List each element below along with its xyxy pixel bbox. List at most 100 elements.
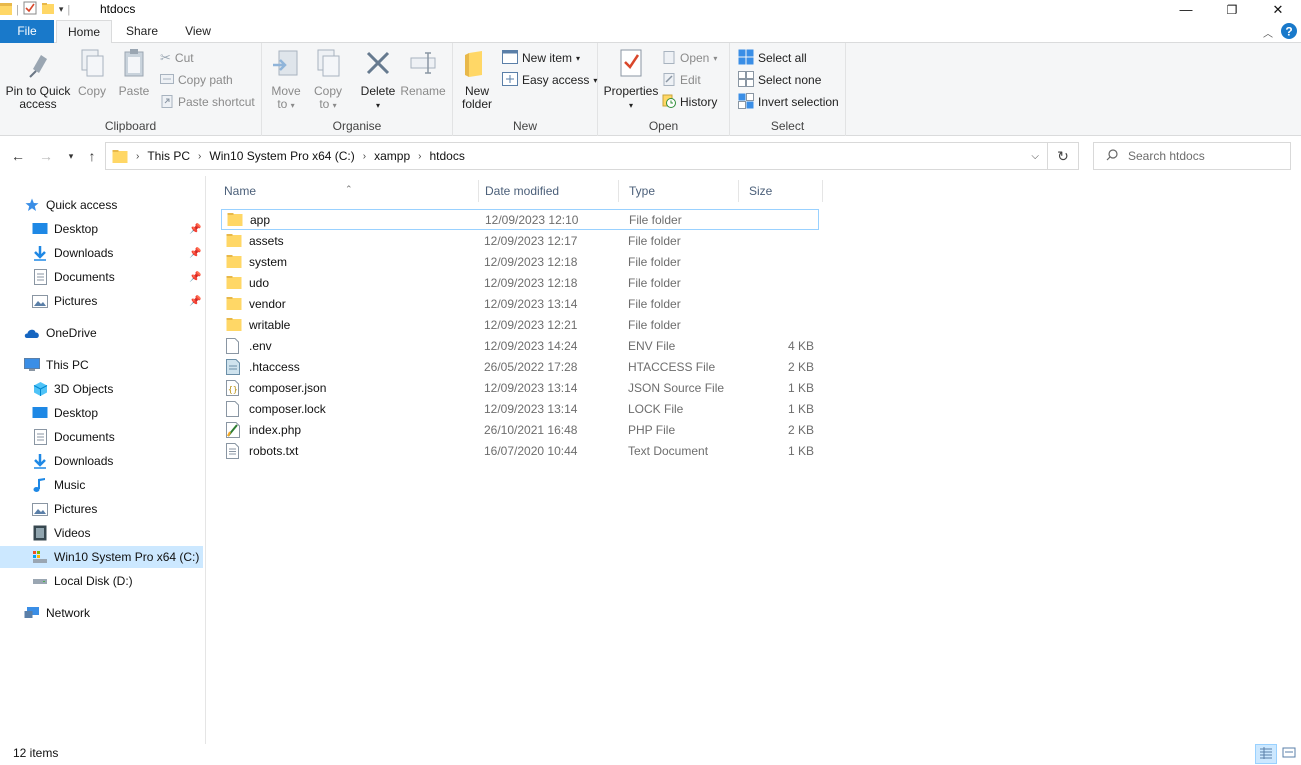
file-name: robots.txt — [249, 443, 299, 458]
minimize-button[interactable]: — — [1163, 0, 1209, 19]
search-input[interactable] — [1128, 149, 1278, 163]
paste-button[interactable]: Paste — [114, 47, 154, 98]
edit-button[interactable]: Edit — [662, 70, 701, 90]
details-view-button[interactable] — [1255, 744, 1277, 764]
file-row[interactable]: .env 12/09/2023 14:24 ENV File 4 KB — [221, 335, 819, 356]
copy-button[interactable]: Copy — [74, 47, 110, 98]
refresh-button[interactable]: ↻ — [1048, 142, 1079, 170]
invert-selection-button[interactable]: Invert selection — [738, 92, 839, 112]
breadcrumb-separator[interactable]: › — [194, 151, 205, 162]
move-to-button[interactable]: Move to ▾ — [268, 47, 304, 112]
column-header-name[interactable]: Name ⌃ — [214, 180, 479, 202]
file-row[interactable]: udo 12/09/2023 12:18 File folder — [221, 272, 819, 293]
large-icons-view-button[interactable] — [1278, 744, 1300, 764]
tab-share[interactable]: Share — [116, 20, 168, 43]
nav-onedrive-label: OneDrive — [46, 326, 97, 340]
customize-toolbar-icon[interactable]: ▾ — [59, 4, 64, 15]
copy-to-button[interactable]: Copy to ▾ — [310, 47, 346, 112]
file-row[interactable]: .htaccess 26/05/2022 17:28 HTACCESS File 2 … — [221, 356, 819, 377]
nav-3d-objects[interactable]: 3D Objects — [32, 378, 113, 400]
back-arrow-icon: ← — [11, 148, 25, 164]
history-button[interactable]: History — [662, 92, 717, 112]
nav-d-drive[interactable]: Local Disk (D:) — [32, 570, 133, 592]
file-row[interactable]: index.php 26/10/2021 16:48 PHP File 2 KB — [221, 419, 819, 440]
new-item-button[interactable]: New item ▾ — [502, 48, 580, 68]
nav-downloads[interactable]: Downloads — [32, 450, 113, 472]
file-name: udo — [249, 275, 270, 290]
nav-this-pc[interactable]: This PC — [24, 354, 89, 376]
file-row[interactable]: app 12/09/2023 12:10 File folder — [221, 209, 819, 230]
nav-c-drive[interactable]: Win10 System Pro x64 (C:) — [0, 546, 203, 568]
collapse-ribbon-icon[interactable]: ︿ — [1263, 25, 1273, 40]
nav-desktop[interactable]: Desktop — [32, 402, 98, 424]
download-icon — [32, 245, 48, 261]
nav-quick-downloads[interactable]: Downloads — [32, 242, 113, 264]
nav-onedrive[interactable]: OneDrive — [24, 322, 97, 344]
address-bar[interactable]: › This PC › Win10 System Pro x64 (C:) › … — [105, 142, 1048, 170]
forward-button[interactable]: → — [36, 146, 56, 166]
file-row[interactable]: robots.txt 16/07/2020 10:44 Text Document 1… — [221, 440, 819, 461]
search-box[interactable] — [1093, 142, 1291, 170]
up-button[interactable]: ↑ — [82, 146, 102, 166]
breadcrumb-separator[interactable]: › — [132, 151, 143, 162]
file-name: writable — [249, 317, 291, 332]
file-row[interactable]: {} composer.json 12/09/2023 13:14 JSON Sour… — [221, 377, 819, 398]
easy-access-button[interactable]: Easy access ▾ — [502, 70, 597, 90]
breadcrumb-separator[interactable]: › — [414, 151, 425, 162]
breadcrumb-c-drive[interactable]: Win10 System Pro x64 (C:) — [205, 149, 358, 163]
rename-button[interactable]: Rename — [400, 47, 446, 98]
properties-button[interactable]: Properties ▾ — [602, 47, 660, 112]
address-dropdown-icon[interactable]: ⌵ — [1031, 151, 1039, 162]
copy-path-button[interactable]: Copy path — [160, 70, 233, 90]
nav-quick-pictures[interactable]: Pictures — [32, 290, 97, 312]
nav-network[interactable]: Network — [24, 602, 90, 624]
paste-shortcut-button[interactable]: Paste shortcut — [160, 92, 255, 112]
breadcrumb-htdocs[interactable]: htdocs — [425, 149, 468, 163]
delete-icon — [358, 47, 398, 82]
file-row[interactable]: vendor 12/09/2023 13:14 File folder — [221, 293, 819, 314]
help-icon[interactable]: ? — [1281, 23, 1297, 42]
open-button[interactable]: Open ▾ — [662, 48, 717, 68]
tab-file[interactable]: File — [0, 20, 54, 43]
folder-icon — [0, 1, 12, 18]
nav-quick-desktop[interactable]: Desktop — [32, 218, 98, 240]
select-none-button[interactable]: Select none — [738, 70, 821, 90]
file-row[interactable]: writable 12/09/2023 12:21 File folder — [221, 314, 819, 335]
breadcrumb-this-pc[interactable]: This PC — [143, 149, 194, 163]
file-row[interactable]: system 12/09/2023 12:18 File folder — [221, 251, 819, 272]
recent-locations-button[interactable]: ▾ — [61, 146, 81, 166]
pin-to-quick-access-button[interactable]: Pin to Quick access — [4, 47, 72, 111]
delete-button[interactable]: Delete ▾ — [358, 47, 398, 112]
column-header-date[interactable]: Date modified — [475, 180, 619, 202]
cut-button[interactable]: ✂ Cut — [160, 48, 194, 68]
chevron-down-icon: ▾ — [68, 150, 74, 161]
new-folder-icon[interactable] — [41, 1, 55, 18]
nav-pictures[interactable]: Pictures — [32, 498, 97, 520]
nav-quick-documents[interactable]: Documents — [32, 266, 115, 288]
tab-view[interactable]: View — [172, 20, 224, 43]
column-header-size[interactable]: Size — [739, 180, 823, 202]
details-view-icon — [1259, 746, 1273, 762]
nav-videos[interactable]: Videos — [32, 522, 90, 544]
close-button[interactable]: ✕ — [1255, 0, 1301, 19]
file-type: PHP File — [628, 422, 676, 437]
nav-quick-desktop-label: Desktop — [54, 222, 99, 236]
select-all-button[interactable]: Select all — [738, 48, 807, 68]
file-type: File folder — [628, 296, 681, 311]
properties-icon[interactable] — [23, 1, 37, 18]
nav-music[interactable]: Music — [32, 474, 85, 496]
file-row[interactable]: assets 12/09/2023 12:17 File folder — [221, 230, 819, 251]
maximize-button[interactable]: ❐ — [1209, 0, 1255, 19]
breadcrumb-separator[interactable]: › — [359, 151, 370, 162]
nav-this-pc-label: This PC — [46, 358, 89, 372]
nav-documents[interactable]: Documents — [32, 426, 115, 448]
nav-quick-access[interactable]: Quick access — [24, 194, 117, 216]
edit-icon — [662, 72, 676, 89]
column-header-type[interactable]: Type — [619, 180, 739, 202]
new-folder-button[interactable]: New folder — [459, 47, 495, 111]
breadcrumb-xampp[interactable]: xampp — [370, 149, 414, 163]
back-button[interactable]: ← — [8, 146, 28, 166]
tab-home[interactable]: Home — [56, 20, 112, 44]
file-row[interactable]: composer.lock 12/09/2023 13:14 LOCK File 1 … — [221, 398, 819, 419]
disk-drive-icon — [32, 573, 48, 589]
